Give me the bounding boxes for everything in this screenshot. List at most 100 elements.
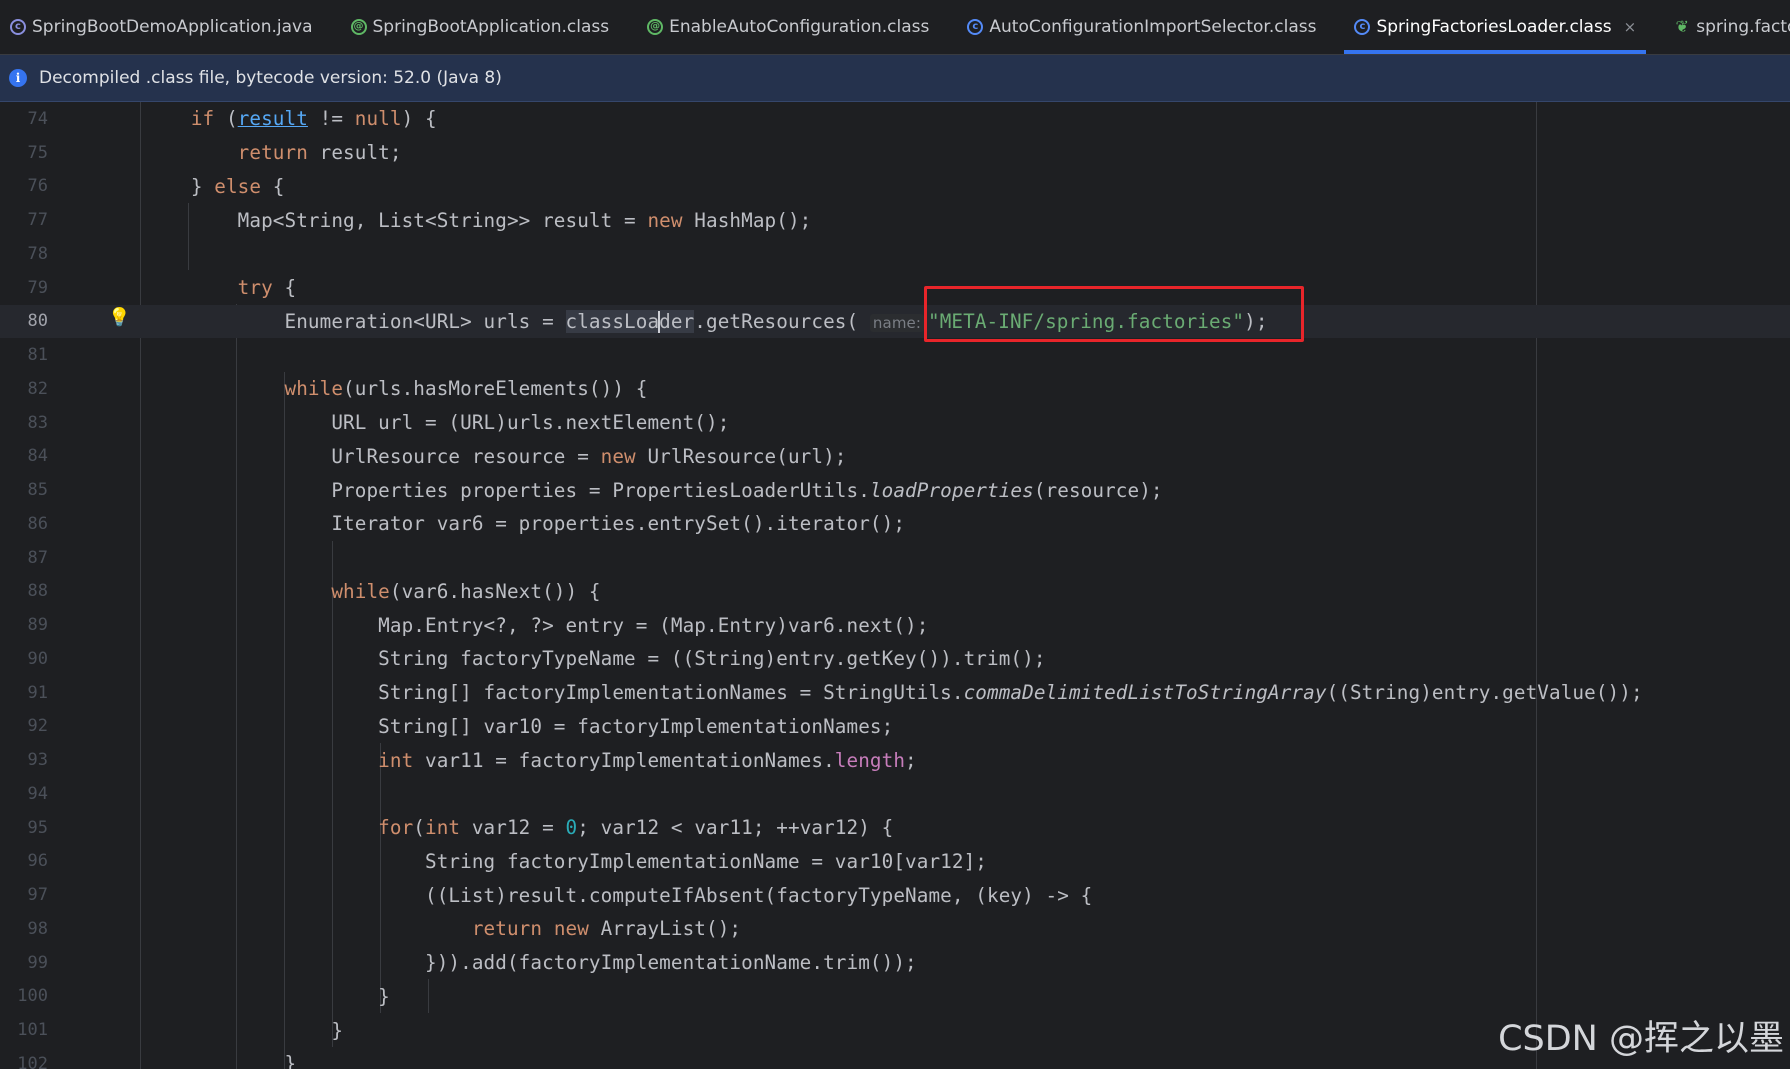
code-line: 91 String[] factoryImplementationNames =… [0,676,1790,710]
code-line: 81 [0,338,1790,372]
tab-label: SpringBootApplication.class [372,17,610,37]
tab-autoconfigurationimportselector[interactable]: c AutoConfigurationImportSelector.class [957,0,1326,54]
code-line: 78 [0,237,1790,271]
line-number: 84 [27,446,48,467]
line-number: 85 [27,480,48,501]
code-text: for(int var12 = 0; var12 < var11; ++var1… [378,816,894,840]
close-icon[interactable]: × [1624,18,1637,36]
tab-label: EnableAutoConfiguration.class [669,17,930,37]
spring-leaf-icon: ❦ [1675,17,1689,36]
code-line: 98 return new ArrayList(); [0,912,1790,946]
code-line: 87 [0,541,1790,575]
code-text: String factoryImplementationName = var10… [144,849,987,873]
code-text: return new ArrayList(); [471,917,742,941]
code-text: })).add(factoryImplementationName.trim()… [144,951,917,975]
code-text: Enumeration<URL> urls = classLoader.getR… [144,309,1268,334]
line-number: 80 [27,311,48,332]
code-text: while(var6.hasNext()) { [331,579,601,603]
line-number: 82 [27,378,48,399]
code-editor[interactable]: 74 if (result != null) { 75 return resul… [0,102,1790,1069]
decompiled-info-banner: i Decompiled .class file, bytecode versi… [0,55,1790,102]
code-line: 94 [0,777,1790,811]
code-text: ((List)result.computeIfAbsent(factoryTyp… [144,883,1093,907]
line-number: 98 [27,918,48,939]
tab-label: SpringFactoriesLoader.class [1376,17,1612,37]
tab-springbootapplication[interactable]: @ SpringBootApplication.class [341,0,620,54]
code-text: int var11 = factoryImplementationNames.l… [378,748,917,772]
tab-springfactoriesloader[interactable]: c SpringFactoriesLoader.class × [1344,0,1647,54]
line-number: 78 [27,243,48,264]
code-text: if (result != null) { [190,107,437,131]
code-line: 74 if (result != null) { [0,102,1790,136]
code-text: String[] factoryImplementationNames = St… [144,681,1643,705]
code-text: URL url = (URL)urls.nextElement(); [144,411,730,435]
code-text: try { [237,276,297,300]
line-number: 79 [27,277,48,298]
code-line: 88 while(var6.hasNext()) { [0,575,1790,609]
code-text: String factoryTypeName = ((String)entry.… [144,647,1046,671]
code-line: 85 Properties properties = PropertiesLoa… [0,473,1790,507]
line-number: 89 [27,615,48,636]
code-text: } [144,1018,344,1042]
editor-tab-bar: c SpringBootDemoApplication.java @ Sprin… [0,0,1790,55]
code-text: String[] var10 = factoryImplementationNa… [144,714,894,738]
code-text: return result; [237,141,402,165]
code-line: 84 UrlResource resource = new UrlResourc… [0,440,1790,474]
code-text: Iterator var6 = properties.entrySet().it… [144,512,906,536]
tab-label: AutoConfigurationImportSelector.class [989,17,1317,37]
line-number: 77 [27,210,48,231]
code-line: 79 try { [0,271,1790,305]
tab-label: spring.factories [1696,17,1790,37]
code-text: } [144,984,390,1008]
line-number: 76 [27,176,48,197]
line-number: 92 [27,716,48,737]
tab-enableautoconfiguration[interactable]: @ EnableAutoConfiguration.class [637,0,939,54]
line-number: 88 [27,581,48,602]
code-line: 90 String factoryTypeName = ((String)ent… [0,642,1790,676]
code-text: UrlResource resource = new UrlResource(u… [144,444,847,468]
line-number: 96 [27,851,48,872]
code-line: 83 URL url = (URL)urls.nextElement(); [0,406,1790,440]
code-line-current: 80 💡 Enumeration<URL> urls = classLoader.… [0,304,1790,339]
line-number: 91 [27,682,48,703]
class-icon: c [967,19,984,35]
code-text: while(urls.hasMoreElements()) { [284,377,648,401]
code-line: 86 Iterator var6 = properties.entrySet()… [0,507,1790,541]
banner-text: Decompiled .class file, bytecode version… [39,68,502,88]
class-icon: c [1354,19,1371,35]
code-line: 89 Map.Entry<?, ?> entry = (Map.Entry)va… [0,608,1790,642]
code-line: 100 } [0,980,1790,1014]
tab-springbootdemoapplication[interactable]: c SpringBootDemoApplication.java [0,0,323,54]
highlighted-string: "META-INF/spring.factories" [928,309,1245,333]
annotation-icon: @ [647,19,664,35]
line-number: 74 [27,108,48,129]
code-line: 97 ((List)result.computeIfAbsent(factory… [0,878,1790,912]
line-number: 75 [27,142,48,163]
code-line: 93 int var11 = factoryImplementationName… [0,743,1790,777]
tab-label: SpringBootDemoApplication.java [32,17,313,37]
lightbulb-icon[interactable]: 💡 [108,307,130,328]
code-text: Map<String, List<String>> result = new H… [144,208,812,232]
text-caret [658,311,661,334]
code-text: } [144,1052,297,1069]
code-line: 92 String[] var10 = factoryImplementatio… [0,710,1790,744]
code-text: Properties properties = PropertiesLoader… [144,478,1163,502]
line-number: 90 [27,648,48,669]
parameter-hint: name: [869,313,925,332]
code-line: 76 } else { [0,170,1790,204]
line-number: 94 [27,783,48,804]
line-number: 97 [27,885,48,906]
code-line: 77 Map<String, List<String>> result = ne… [0,203,1790,237]
line-number: 99 [27,952,48,973]
annotation-icon: @ [350,19,367,35]
class-icon: c [10,19,26,35]
code-line: 99 })).add(factoryImplementationName.tri… [0,946,1790,980]
line-number: 83 [27,412,48,433]
code-line: 82 while(urls.hasMoreElements()) { [0,372,1790,406]
line-number: 87 [27,547,48,568]
tab-spring-factories[interactable]: ❦ spring.factories [1664,0,1790,54]
line-number: 81 [27,345,48,366]
code-line: 95 for(int var12 = 0; var12 < var11; ++v… [0,811,1790,845]
code-text: } else { [144,174,285,198]
line-number: 102 [17,1053,48,1069]
